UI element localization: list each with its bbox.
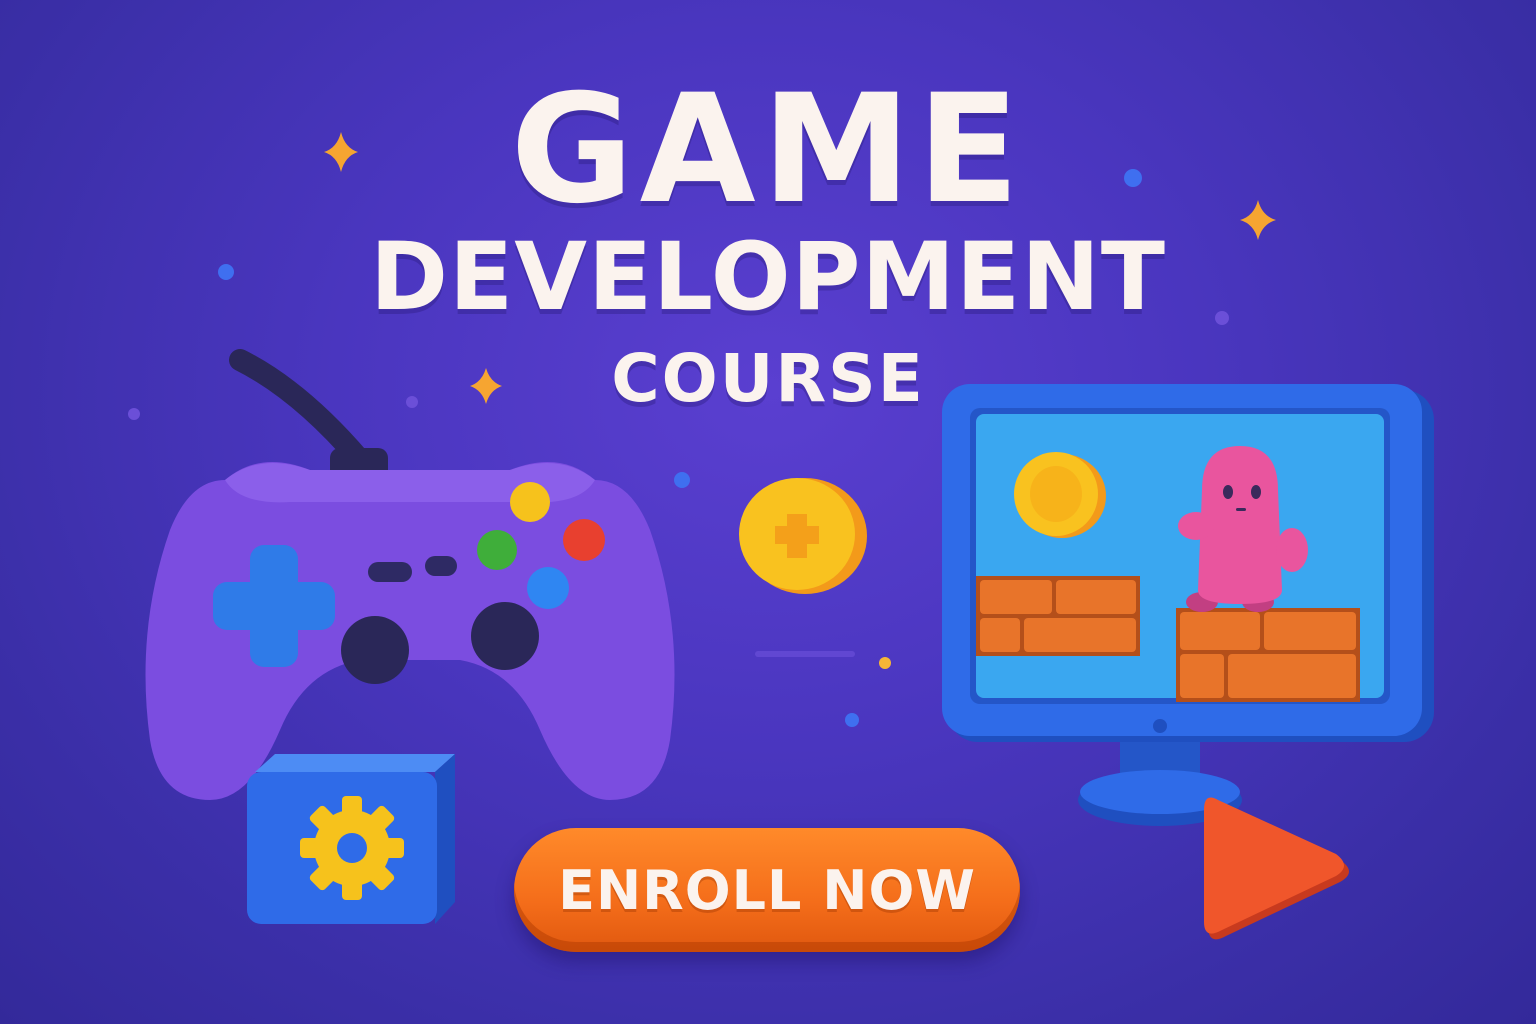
page-subtitle: DEVELOPMENT xyxy=(369,223,1167,332)
decor-dot xyxy=(845,713,859,727)
gear-icon xyxy=(300,796,404,900)
enroll-now-button[interactable]: ENROLL NOW xyxy=(514,828,1020,952)
page-title: GAME xyxy=(510,63,1026,237)
decor-dot xyxy=(879,657,891,669)
play-icon xyxy=(1204,797,1349,940)
brick-platform-icon xyxy=(1176,608,1360,702)
coin-icon xyxy=(739,478,867,594)
settings-cube-icon xyxy=(247,754,455,924)
brick-platform-icon xyxy=(976,576,1140,656)
monitor-icon xyxy=(942,384,1434,826)
coin-shadow xyxy=(755,651,855,657)
